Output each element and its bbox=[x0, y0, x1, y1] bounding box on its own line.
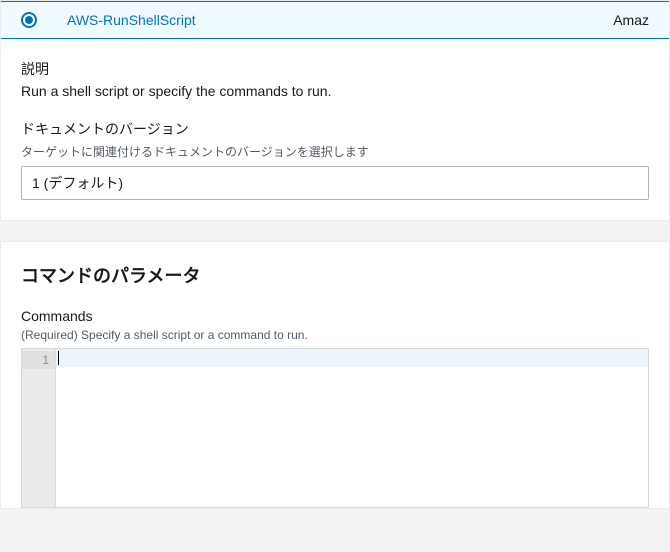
commands-editor[interactable]: 1 bbox=[21, 348, 649, 508]
document-panel: AWS-RunShellScript Amaz 説明 Run a shell s… bbox=[0, 0, 670, 221]
document-name-link[interactable]: AWS-RunShellScript bbox=[67, 12, 613, 28]
document-row[interactable]: AWS-RunShellScript Amaz bbox=[1, 1, 669, 39]
editor-gutter: 1 bbox=[22, 349, 56, 507]
parameters-heading: コマンドのパラメータ bbox=[21, 262, 649, 288]
line-number: 1 bbox=[22, 351, 55, 369]
commands-textarea[interactable] bbox=[56, 349, 648, 507]
doc-version-select[interactable]: 1 (デフォルト) bbox=[21, 166, 649, 200]
description-text: Run a shell script or specify the comman… bbox=[21, 83, 649, 99]
commands-label: Commands bbox=[21, 308, 649, 324]
editor-area[interactable] bbox=[56, 349, 648, 507]
commands-helper: (Required) Specify a shell script or a c… bbox=[21, 328, 649, 342]
document-owner: Amaz bbox=[613, 12, 649, 28]
radio-selected-icon bbox=[21, 12, 37, 28]
doc-version-label: ドキュメントのバージョン bbox=[21, 119, 649, 139]
description-label: 説明 bbox=[21, 59, 649, 79]
radio-wrap[interactable] bbox=[21, 12, 37, 28]
parameters-panel: コマンドのパラメータ Commands (Required) Specify a… bbox=[0, 241, 670, 509]
doc-version-helper: ターゲットに関連付けるドキュメントのバージョンを選択します bbox=[21, 143, 649, 160]
doc-version-selected: 1 (デフォルト) bbox=[32, 175, 123, 191]
